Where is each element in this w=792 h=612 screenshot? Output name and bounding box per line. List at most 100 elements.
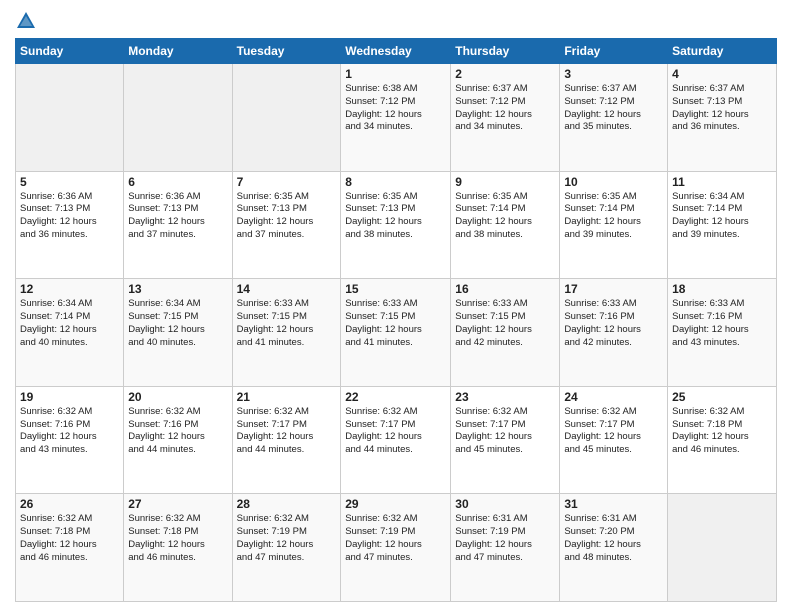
day-info: Sunrise: 6:32 AM Sunset: 7:19 PM Dayligh… xyxy=(237,513,337,564)
day-info: Sunrise: 6:32 AM Sunset: 7:18 PM Dayligh… xyxy=(20,513,119,564)
day-info: Sunrise: 6:35 AM Sunset: 7:14 PM Dayligh… xyxy=(455,191,555,242)
calendar-cell: 15 Sunrise: 6:33 AM Sunset: 7:15 PM Dayli… xyxy=(341,279,451,387)
day-info: Sunrise: 6:34 AM Sunset: 7:14 PM Dayligh… xyxy=(20,298,119,349)
day-number: 5 xyxy=(20,175,119,189)
logo xyxy=(15,10,41,32)
day-info: Sunrise: 6:36 AM Sunset: 7:13 PM Dayligh… xyxy=(128,191,227,242)
logo-icon xyxy=(15,10,37,32)
calendar-cell: 3 Sunrise: 6:37 AM Sunset: 7:12 PM Daylig… xyxy=(560,64,668,172)
calendar-cell: 24 Sunrise: 6:32 AM Sunset: 7:17 PM Dayli… xyxy=(560,386,668,494)
day-info: Sunrise: 6:37 AM Sunset: 7:13 PM Dayligh… xyxy=(672,83,772,134)
day-number: 8 xyxy=(345,175,446,189)
day-number: 31 xyxy=(564,497,663,511)
day-info: Sunrise: 6:32 AM Sunset: 7:17 PM Dayligh… xyxy=(237,406,337,457)
calendar-week-0: 1 Sunrise: 6:38 AM Sunset: 7:12 PM Daylig… xyxy=(16,64,777,172)
calendar-cell: 13 Sunrise: 6:34 AM Sunset: 7:15 PM Dayli… xyxy=(124,279,232,387)
weekday-header-friday: Friday xyxy=(560,39,668,64)
day-info: Sunrise: 6:32 AM Sunset: 7:17 PM Dayligh… xyxy=(345,406,446,457)
day-info: Sunrise: 6:32 AM Sunset: 7:16 PM Dayligh… xyxy=(20,406,119,457)
calendar-cell: 14 Sunrise: 6:33 AM Sunset: 7:15 PM Dayli… xyxy=(232,279,341,387)
weekday-header-monday: Monday xyxy=(124,39,232,64)
calendar-cell: 20 Sunrise: 6:32 AM Sunset: 7:16 PM Dayli… xyxy=(124,386,232,494)
calendar-cell xyxy=(668,494,777,602)
day-info: Sunrise: 6:32 AM Sunset: 7:18 PM Dayligh… xyxy=(128,513,227,564)
weekday-header-wednesday: Wednesday xyxy=(341,39,451,64)
day-info: Sunrise: 6:32 AM Sunset: 7:16 PM Dayligh… xyxy=(128,406,227,457)
day-info: Sunrise: 6:35 AM Sunset: 7:13 PM Dayligh… xyxy=(345,191,446,242)
day-number: 17 xyxy=(564,282,663,296)
day-number: 19 xyxy=(20,390,119,404)
day-number: 9 xyxy=(455,175,555,189)
day-number: 21 xyxy=(237,390,337,404)
calendar-cell: 11 Sunrise: 6:34 AM Sunset: 7:14 PM Dayli… xyxy=(668,171,777,279)
day-number: 26 xyxy=(20,497,119,511)
day-number: 16 xyxy=(455,282,555,296)
day-info: Sunrise: 6:35 AM Sunset: 7:13 PM Dayligh… xyxy=(237,191,337,242)
day-info: Sunrise: 6:33 AM Sunset: 7:15 PM Dayligh… xyxy=(237,298,337,349)
day-number: 11 xyxy=(672,175,772,189)
day-info: Sunrise: 6:37 AM Sunset: 7:12 PM Dayligh… xyxy=(564,83,663,134)
calendar-week-1: 5 Sunrise: 6:36 AM Sunset: 7:13 PM Daylig… xyxy=(16,171,777,279)
day-info: Sunrise: 6:31 AM Sunset: 7:20 PM Dayligh… xyxy=(564,513,663,564)
day-number: 3 xyxy=(564,67,663,81)
day-number: 12 xyxy=(20,282,119,296)
day-number: 1 xyxy=(345,67,446,81)
day-number: 2 xyxy=(455,67,555,81)
calendar-cell xyxy=(232,64,341,172)
day-info: Sunrise: 6:34 AM Sunset: 7:14 PM Dayligh… xyxy=(672,191,772,242)
day-number: 27 xyxy=(128,497,227,511)
calendar-cell: 4Sunrise: 6:37 AM Sunset: 7:13 PM Daylig… xyxy=(668,64,777,172)
calendar-cell: 2Sunrise: 6:37 AM Sunset: 7:12 PM Daylig… xyxy=(451,64,560,172)
day-number: 22 xyxy=(345,390,446,404)
day-number: 28 xyxy=(237,497,337,511)
calendar-table: SundayMondayTuesdayWednesdayThursdayFrid… xyxy=(15,38,777,602)
day-number: 6 xyxy=(128,175,227,189)
day-info: Sunrise: 6:32 AM Sunset: 7:17 PM Dayligh… xyxy=(455,406,555,457)
calendar-week-4: 26 Sunrise: 6:32 AM Sunset: 7:18 PM Dayli… xyxy=(16,494,777,602)
day-info: Sunrise: 6:36 AM Sunset: 7:13 PM Dayligh… xyxy=(20,191,119,242)
calendar-cell: 28 Sunrise: 6:32 AM Sunset: 7:19 PM Dayli… xyxy=(232,494,341,602)
calendar-cell: 29Sunrise: 6:32 AM Sunset: 7:19 PM Dayli… xyxy=(341,494,451,602)
day-number: 15 xyxy=(345,282,446,296)
day-number: 10 xyxy=(564,175,663,189)
day-number: 23 xyxy=(455,390,555,404)
day-info: Sunrise: 6:33 AM Sunset: 7:15 PM Dayligh… xyxy=(455,298,555,349)
day-number: 14 xyxy=(237,282,337,296)
weekday-header-thursday: Thursday xyxy=(451,39,560,64)
calendar-cell: 7Sunrise: 6:35 AM Sunset: 7:13 PM Daylig… xyxy=(232,171,341,279)
day-info: Sunrise: 6:38 AM Sunset: 7:12 PM Dayligh… xyxy=(345,83,446,134)
calendar-cell: 1 Sunrise: 6:38 AM Sunset: 7:12 PM Daylig… xyxy=(341,64,451,172)
day-info: Sunrise: 6:33 AM Sunset: 7:15 PM Dayligh… xyxy=(345,298,446,349)
calendar-cell: 22 Sunrise: 6:32 AM Sunset: 7:17 PM Dayli… xyxy=(341,386,451,494)
day-number: 25 xyxy=(672,390,772,404)
day-info: Sunrise: 6:32 AM Sunset: 7:18 PM Dayligh… xyxy=(672,406,772,457)
day-info: Sunrise: 6:31 AM Sunset: 7:19 PM Dayligh… xyxy=(455,513,555,564)
calendar-cell xyxy=(16,64,124,172)
calendar-cell: 19 Sunrise: 6:32 AM Sunset: 7:16 PM Dayli… xyxy=(16,386,124,494)
calendar-cell: 8 Sunrise: 6:35 AM Sunset: 7:13 PM Daylig… xyxy=(341,171,451,279)
calendar-cell: 30 Sunrise: 6:31 AM Sunset: 7:19 PM Dayli… xyxy=(451,494,560,602)
weekday-header-tuesday: Tuesday xyxy=(232,39,341,64)
calendar-cell: 27 Sunrise: 6:32 AM Sunset: 7:18 PM Dayli… xyxy=(124,494,232,602)
day-info: Sunrise: 6:32 AM Sunset: 7:17 PM Dayligh… xyxy=(564,406,663,457)
calendar-cell: 16 Sunrise: 6:33 AM Sunset: 7:15 PM Dayli… xyxy=(451,279,560,387)
day-number: 29 xyxy=(345,497,446,511)
calendar-cell: 17Sunrise: 6:33 AM Sunset: 7:16 PM Dayli… xyxy=(560,279,668,387)
calendar-cell: 26 Sunrise: 6:32 AM Sunset: 7:18 PM Dayli… xyxy=(16,494,124,602)
calendar-cell: 23 Sunrise: 6:32 AM Sunset: 7:17 PM Dayli… xyxy=(451,386,560,494)
day-info: Sunrise: 6:34 AM Sunset: 7:15 PM Dayligh… xyxy=(128,298,227,349)
day-number: 20 xyxy=(128,390,227,404)
calendar-week-3: 19 Sunrise: 6:32 AM Sunset: 7:16 PM Dayli… xyxy=(16,386,777,494)
weekday-header-row: SundayMondayTuesdayWednesdayThursdayFrid… xyxy=(16,39,777,64)
day-number: 24 xyxy=(564,390,663,404)
calendar-cell: 31 Sunrise: 6:31 AM Sunset: 7:20 PM Dayli… xyxy=(560,494,668,602)
calendar-cell: 9 Sunrise: 6:35 AM Sunset: 7:14 PM Daylig… xyxy=(451,171,560,279)
calendar-body: 1 Sunrise: 6:38 AM Sunset: 7:12 PM Daylig… xyxy=(16,64,777,602)
calendar-cell: 5 Sunrise: 6:36 AM Sunset: 7:13 PM Daylig… xyxy=(16,171,124,279)
day-number: 13 xyxy=(128,282,227,296)
day-number: 18 xyxy=(672,282,772,296)
calendar-cell: 10Sunrise: 6:35 AM Sunset: 7:14 PM Dayli… xyxy=(560,171,668,279)
header xyxy=(15,10,777,32)
calendar-cell: 18Sunrise: 6:33 AM Sunset: 7:16 PM Dayli… xyxy=(668,279,777,387)
day-number: 30 xyxy=(455,497,555,511)
